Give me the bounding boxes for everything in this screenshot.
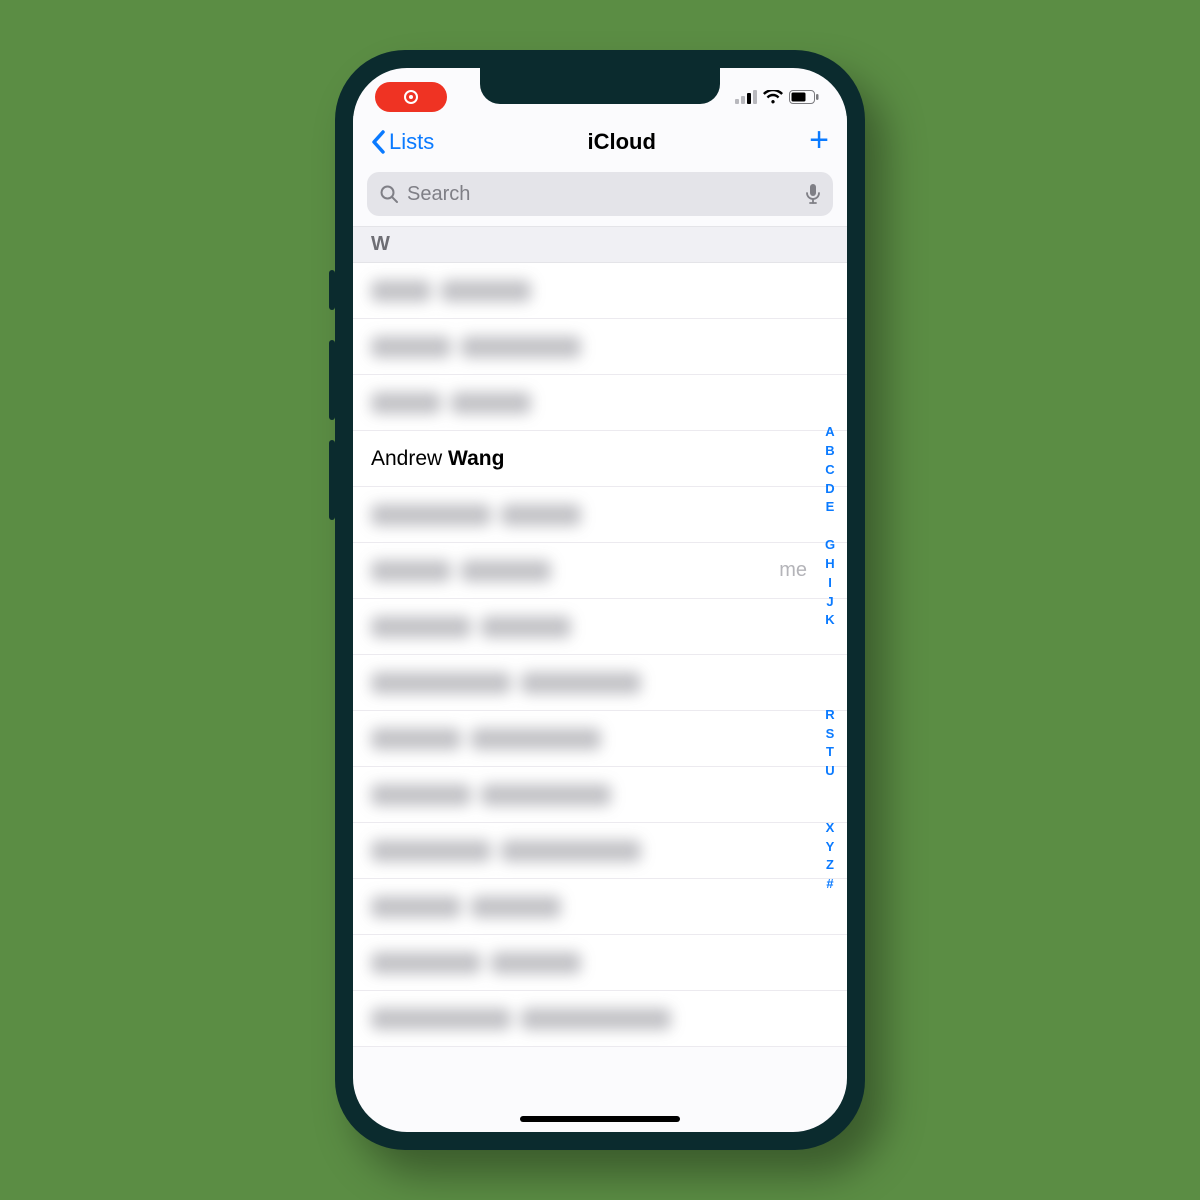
search-icon (379, 184, 399, 204)
notch (480, 68, 720, 104)
index-letter[interactable]: C (825, 461, 834, 480)
contact-row[interactable] (353, 599, 847, 655)
index-letter[interactable]: • (828, 687, 833, 706)
index-letter[interactable]: X (826, 819, 835, 838)
index-letter[interactable]: G (825, 536, 835, 555)
home-indicator[interactable] (520, 1116, 680, 1122)
me-indicator: me (779, 559, 807, 582)
redacted-contact (371, 728, 601, 750)
index-letter[interactable]: I (828, 574, 832, 593)
contacts-list[interactable]: Andrew WangmeABCDE•GHIJK••••RSTU••XYZ# (353, 263, 847, 1047)
section-header: W (353, 226, 847, 263)
redacted-contact (371, 280, 531, 302)
contact-row[interactable]: me (353, 543, 847, 599)
index-letter[interactable]: H (825, 555, 834, 574)
index-letter[interactable]: R (825, 706, 834, 725)
search-input[interactable]: Search (367, 172, 833, 216)
battery-icon (789, 90, 819, 104)
index-letter[interactable]: S (826, 725, 835, 744)
index-letter[interactable]: T (826, 743, 834, 762)
redacted-contact (371, 672, 641, 694)
index-letter[interactable]: B (825, 442, 834, 461)
contact-name: Andrew Wang (371, 447, 504, 471)
microphone-icon[interactable] (805, 183, 821, 205)
contact-row[interactable] (353, 487, 847, 543)
volume-down-button (329, 440, 335, 520)
redacted-contact (371, 392, 531, 414)
contact-row[interactable] (353, 935, 847, 991)
status-icons (735, 90, 819, 104)
phone-screen: Lists iCloud + Search W (353, 68, 847, 1132)
chevron-left-icon (371, 130, 387, 154)
add-contact-button[interactable]: + (809, 123, 829, 161)
index-letter[interactable]: E (826, 498, 835, 517)
redacted-contact (371, 336, 581, 358)
index-letter[interactable]: • (828, 781, 833, 800)
contact-row[interactable] (353, 991, 847, 1047)
record-icon (404, 90, 418, 104)
contact-row[interactable] (353, 655, 847, 711)
index-letter[interactable]: U (825, 762, 834, 781)
index-letter[interactable]: A (825, 423, 834, 442)
redacted-contact (371, 1008, 671, 1030)
wifi-icon (763, 90, 783, 104)
contact-row[interactable] (353, 263, 847, 319)
contact-row[interactable] (353, 823, 847, 879)
contact-row[interactable] (353, 319, 847, 375)
index-letter[interactable]: J (826, 593, 833, 612)
screen-recording-indicator[interactable] (375, 82, 447, 112)
navigation-bar: Lists iCloud + (353, 116, 847, 168)
redacted-contact (371, 616, 571, 638)
back-label: Lists (389, 129, 434, 155)
index-letter[interactable]: Z (826, 856, 834, 875)
index-letter[interactable]: • (828, 800, 833, 819)
redacted-contact (371, 784, 611, 806)
contact-row[interactable] (353, 767, 847, 823)
search-container: Search (353, 168, 847, 226)
volume-up-button (329, 340, 335, 420)
contact-row[interactable]: Andrew Wang (353, 431, 847, 487)
contact-row[interactable] (353, 711, 847, 767)
back-button[interactable]: Lists (371, 129, 434, 155)
index-letter[interactable]: • (828, 517, 833, 536)
redacted-contact (371, 504, 581, 526)
alphabet-index[interactable]: ABCDE•GHIJK••••RSTU••XYZ# (819, 423, 841, 894)
redacted-contact (371, 896, 561, 918)
index-letter[interactable]: • (828, 649, 833, 668)
index-letter[interactable]: D (825, 480, 834, 499)
index-letter[interactable]: # (826, 875, 833, 894)
index-letter[interactable]: K (825, 611, 834, 630)
index-letter[interactable]: • (828, 630, 833, 649)
page-title: iCloud (587, 129, 655, 155)
index-letter[interactable]: • (828, 668, 833, 687)
redacted-contact (371, 840, 641, 862)
contact-row[interactable] (353, 879, 847, 935)
redacted-contact (371, 952, 581, 974)
contact-row[interactable] (353, 375, 847, 431)
cellular-signal-icon (735, 90, 757, 104)
index-letter[interactable]: Y (826, 838, 835, 857)
search-placeholder: Search (407, 183, 797, 206)
phone-frame: Lists iCloud + Search W (335, 50, 865, 1150)
side-button (329, 270, 335, 310)
redacted-contact (371, 560, 551, 582)
